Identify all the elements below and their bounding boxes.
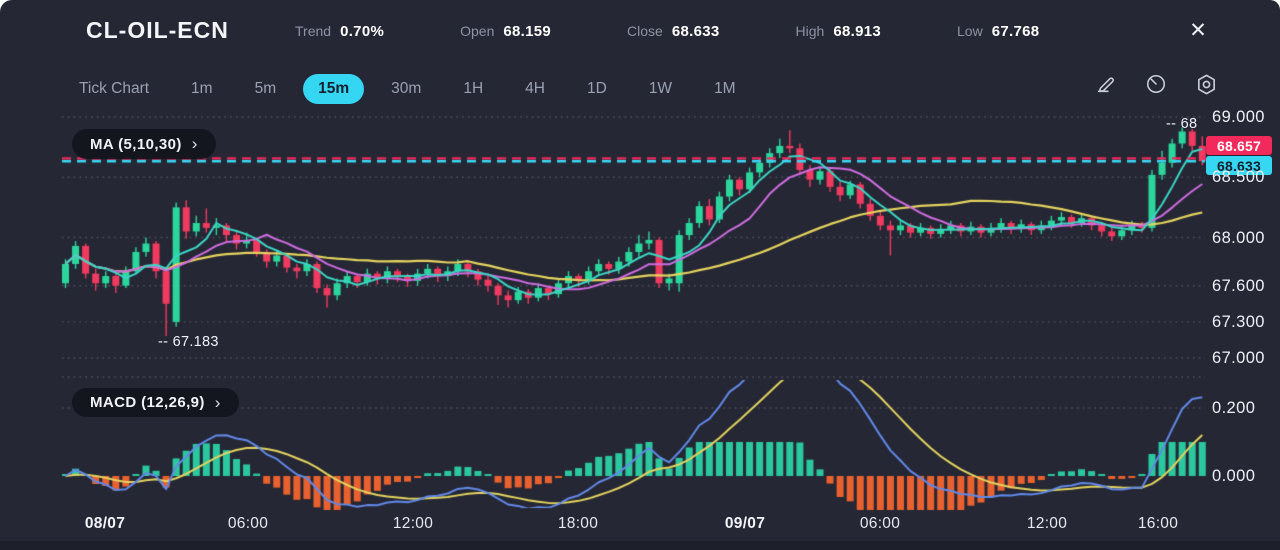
edit-icon[interactable]	[1094, 72, 1118, 96]
ohlc-stats: Trend 0.70% Open 68.159 Close 68.633 High 68.91…	[295, 23, 1039, 40]
time-tick-label: 12:00	[393, 515, 433, 533]
stat-value: 68.159	[503, 23, 551, 40]
upper-price-badge: 68.657	[1206, 136, 1272, 155]
time-tick-label: 06:00	[228, 515, 268, 533]
close-icon[interactable]: ✕	[1184, 16, 1212, 44]
stat-label: High	[796, 23, 825, 39]
price-tick-label: 67.300	[1212, 313, 1265, 332]
time-tick-label: 08/07	[85, 515, 125, 533]
macd-tick-label: 0.000	[1212, 467, 1255, 486]
price-tick-label: 68.500	[1212, 168, 1265, 187]
bottom-strip	[0, 541, 1280, 550]
time-tick-label: 16:00	[1138, 515, 1178, 533]
timeframe-15m[interactable]: 15m	[303, 74, 364, 104]
high-price-annotation: -- 68	[1166, 116, 1197, 132]
symbol-title: CL-OIL-ECN	[86, 17, 229, 44]
macd-indicator-pill[interactable]: MACD (12,26,9) ›	[72, 388, 239, 417]
price-tick-label: 67.000	[1212, 349, 1265, 368]
settings-icon[interactable]	[1194, 72, 1218, 96]
chevron-right-icon: ›	[215, 393, 221, 413]
chart-tools	[1094, 72, 1218, 96]
stat-label: Open	[460, 23, 494, 39]
stat-value: 67.768	[992, 23, 1040, 40]
chevron-right-icon: ›	[192, 134, 198, 154]
stat-close: Close 68.633	[627, 23, 719, 40]
macd-tick-label: 0.200	[1212, 399, 1255, 418]
price-tick-label: 68.000	[1212, 229, 1265, 248]
stat-label: Trend	[295, 23, 331, 39]
timeframe-1m[interactable]: 1M	[699, 74, 751, 104]
trading-chart-window: CL-OIL-ECN Trend 0.70% Open 68.159 Close 68.6…	[0, 0, 1280, 550]
stat-value: 0.70%	[340, 23, 384, 40]
timeframe-5m[interactable]: 5m	[240, 74, 292, 104]
stat-open: Open 68.159	[460, 23, 551, 40]
stat-high: High 68.913	[796, 23, 881, 40]
timeframe-1m[interactable]: 1m	[176, 74, 228, 104]
stat-label: Low	[957, 23, 983, 39]
time-tick-label: 18:00	[558, 515, 598, 533]
price-tick-label: 69.000	[1212, 108, 1265, 127]
chart-header: CL-OIL-ECN Trend 0.70% Open 68.159 Close 68.6…	[0, 0, 1280, 58]
timeframe-toolbar: Tick Chart 1m 5m 15m 30m 1H 4H 1D 1W 1M	[64, 70, 763, 108]
low-price-annotation: -- 67.183	[158, 334, 219, 350]
stat-value: 68.633	[672, 23, 720, 40]
time-tick-label: 06:00	[860, 515, 900, 533]
time-tick-label: 09/07	[725, 515, 765, 533]
ma-indicator-pill[interactable]: MA (5,10,30) ›	[72, 129, 216, 159]
timeframe-4h[interactable]: 4H	[510, 74, 560, 104]
stat-trend: Trend 0.70%	[295, 23, 384, 40]
timeframe-1h[interactable]: 1H	[448, 74, 498, 104]
stat-value: 68.913	[833, 23, 881, 40]
timeframe-tick-chart[interactable]: Tick Chart	[64, 74, 164, 104]
stat-label: Close	[627, 23, 663, 39]
time-tick-label: 12:00	[1027, 515, 1067, 533]
timeframe-30m[interactable]: 30m	[376, 74, 436, 104]
timeframe-1w[interactable]: 1W	[634, 74, 687, 104]
clock-icon[interactable]	[1144, 72, 1168, 96]
price-tick-label: 67.600	[1212, 277, 1265, 296]
timeframe-1d[interactable]: 1D	[572, 74, 622, 104]
macd-indicator-label: MACD (12,26,9)	[90, 394, 205, 411]
stat-low: Low 67.768	[957, 23, 1039, 40]
ma-indicator-label: MA (5,10,30)	[90, 136, 182, 153]
